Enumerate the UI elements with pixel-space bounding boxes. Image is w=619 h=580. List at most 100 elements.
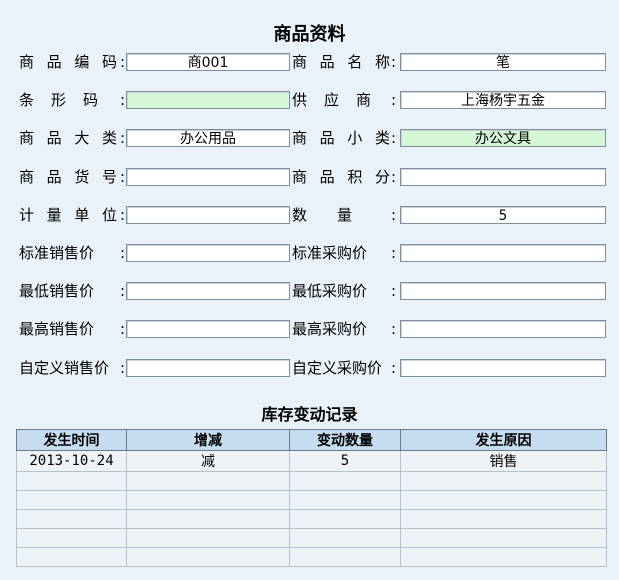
cell-reason	[400, 490, 607, 510]
inventory-table: 发生时间 增减 变动数量 发生原因 2013-10-24 减 5 销售	[16, 429, 607, 567]
input-field-left[interactable]	[126, 206, 290, 224]
cell-reason	[400, 509, 607, 529]
table-row[interactable]	[16, 547, 607, 567]
cell-change	[126, 547, 290, 567]
field-label-right: 自定义采购价:	[292, 358, 396, 378]
label-text: 自定义销售价	[19, 359, 110, 377]
label-colon: :	[391, 320, 397, 338]
cell-change: 减	[126, 450, 290, 472]
table-row[interactable]: 2013-10-24 减 5 销售	[16, 450, 607, 472]
label-text: 标准销售价	[19, 244, 95, 262]
field-label-left: 商品大类:	[19, 128, 125, 148]
cell-time	[16, 547, 127, 567]
input-field-right[interactable]	[400, 320, 606, 338]
cell-time	[16, 471, 127, 491]
label-colon: :	[120, 129, 126, 147]
input-field-left[interactable]	[126, 91, 290, 109]
field-label-right: 商品名称:	[292, 52, 396, 72]
label-colon: :	[391, 91, 397, 109]
cell-reason	[400, 528, 607, 548]
label-colon: :	[120, 91, 126, 109]
label-text: 商品大类	[19, 129, 117, 147]
input-field-left[interactable]	[126, 168, 290, 186]
input-field-right[interactable]	[400, 244, 606, 262]
label-colon: :	[120, 53, 126, 71]
label-text: 商品货号	[19, 168, 117, 186]
column-header-time[interactable]: 发生时间	[16, 429, 127, 451]
cell-quantity	[289, 490, 401, 510]
label-text: 条形码	[19, 91, 98, 109]
label-colon: :	[391, 244, 397, 262]
column-header-change[interactable]: 增减	[126, 429, 290, 451]
table-header-row: 发生时间 增减 变动数量 发生原因	[16, 429, 607, 451]
label-text: 数量	[292, 206, 352, 224]
cell-reason	[400, 471, 607, 491]
input-field-left[interactable]	[126, 282, 290, 300]
field-label-left: 商品货号:	[19, 167, 125, 187]
column-header-reason[interactable]: 发生原因	[400, 429, 607, 451]
field-label-left: 自定义销售价:	[19, 358, 125, 378]
cell-quantity	[289, 471, 401, 491]
cell-quantity: 5	[289, 450, 401, 472]
input-field-left[interactable]: 办公用品	[126, 129, 290, 147]
cell-reason	[400, 547, 607, 567]
cell-quantity	[289, 528, 401, 548]
field-label-right: 最低采购价:	[292, 281, 396, 301]
label-text: 商品编码	[19, 53, 117, 71]
field-label-left: 商品编码:	[19, 52, 125, 72]
cell-change	[126, 528, 290, 548]
label-colon: :	[120, 282, 126, 300]
input-field-right[interactable]: 办公文具	[400, 129, 606, 147]
cell-reason: 销售	[400, 450, 607, 472]
cell-time	[16, 509, 127, 529]
label-colon: :	[120, 168, 126, 186]
cell-change	[126, 490, 290, 510]
cell-time	[16, 490, 127, 510]
cell-quantity	[289, 509, 401, 529]
label-text: 商品小类	[292, 129, 390, 147]
table-row[interactable]	[16, 528, 607, 548]
cell-time	[16, 528, 127, 548]
label-colon: :	[391, 53, 397, 71]
input-field-right[interactable]	[400, 282, 606, 300]
label-text: 商品名称	[292, 53, 390, 71]
field-label-right: 供应商:	[292, 90, 396, 110]
column-header-quantity[interactable]: 变动数量	[289, 429, 401, 451]
label-colon: :	[391, 206, 397, 224]
label-colon: :	[120, 206, 126, 224]
table-row[interactable]	[16, 509, 607, 529]
label-text: 自定义采购价	[292, 359, 383, 377]
label-colon: :	[391, 282, 397, 300]
input-field-left[interactable]: 商001	[126, 53, 290, 71]
field-label-left: 条形码:	[19, 90, 125, 110]
input-field-right[interactable]	[400, 168, 606, 186]
input-field-right[interactable]: 上海杨宇五金	[400, 91, 606, 109]
label-colon: :	[391, 129, 397, 147]
field-label-left: 最高销售价:	[19, 319, 125, 339]
input-field-right[interactable]	[400, 359, 606, 377]
label-text: 最低采购价	[292, 282, 368, 300]
label-text: 商品积分	[292, 168, 390, 186]
field-label-right: 商品积分:	[292, 167, 396, 187]
label-text: 计量单位	[19, 206, 117, 224]
label-text: 供应商	[292, 91, 371, 109]
cell-time: 2013-10-24	[16, 450, 127, 472]
label-colon: :	[120, 320, 126, 338]
page-title: 商品资料	[273, 24, 346, 45]
table-row[interactable]	[16, 471, 607, 491]
field-label-right: 最高采购价:	[292, 319, 396, 339]
field-label-right: 标准采购价:	[292, 243, 396, 263]
label-text: 最高采购价	[292, 320, 368, 338]
input-field-left[interactable]	[126, 244, 290, 262]
label-text: 最高销售价	[19, 320, 95, 338]
input-field-left[interactable]	[126, 359, 290, 377]
label-colon: :	[120, 244, 126, 262]
label-colon: :	[391, 359, 397, 377]
input-field-right[interactable]: 笔	[400, 53, 606, 71]
field-label-right: 商品小类:	[292, 128, 396, 148]
cell-change	[126, 471, 290, 491]
input-field-right[interactable]: 5	[400, 206, 606, 224]
field-label-right: 数量:	[292, 205, 396, 225]
table-row[interactable]	[16, 490, 607, 510]
input-field-left[interactable]	[126, 320, 290, 338]
